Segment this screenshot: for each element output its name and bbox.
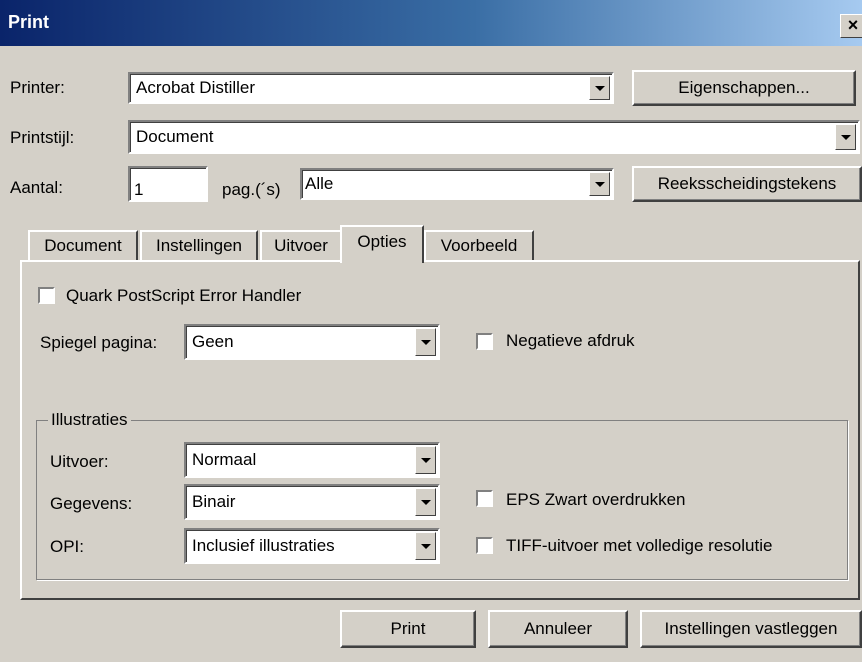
printer-value: Acrobat Distiller (136, 78, 256, 97)
copies-label: Aantal: (10, 178, 63, 197)
output-label: Uitvoer: (50, 452, 109, 471)
tab-options[interactable]: Opties (340, 225, 424, 263)
data-label: Gegevens: (50, 494, 133, 513)
mirror-label: Spiegel pagina: (40, 333, 158, 352)
close-icon: × (847, 15, 859, 35)
printstyle-select[interactable]: Document (128, 120, 860, 154)
pages-dropdown-button[interactable] (589, 172, 610, 196)
quark-handler-label: Quark PostScript Error Handler (66, 286, 302, 305)
printstyle-label: Printstijl: (10, 128, 75, 147)
separators-button[interactable]: Reeksscheidingstekens (632, 166, 862, 202)
copies-value: 1 (134, 180, 144, 199)
negative-label: Negatieve afdruk (506, 331, 635, 350)
data-select[interactable]: Binair (184, 484, 440, 520)
data-dropdown-button[interactable] (415, 488, 436, 516)
printstyle-dropdown-button[interactable] (835, 124, 856, 150)
printstyle-value: Document (136, 127, 214, 146)
chevron-down-icon (420, 499, 431, 505)
chevron-down-icon (840, 134, 851, 140)
mirror-dropdown-button[interactable] (415, 328, 436, 356)
window-title: Print (8, 12, 50, 32)
output-select[interactable]: Normaal (184, 442, 440, 478)
tiff-full-checkbox[interactable] (476, 537, 493, 554)
opi-value: Inclusief illustraties (192, 536, 335, 555)
opi-dropdown-button[interactable] (415, 532, 436, 560)
printer-select[interactable]: Acrobat Distiller (128, 72, 614, 104)
tab-preview[interactable]: Voorbeeld (424, 230, 534, 260)
close-button[interactable]: × (840, 14, 862, 38)
tab-label: Opties (357, 232, 407, 251)
negative-checkbox[interactable] (476, 333, 493, 350)
mirror-value: Geen (192, 332, 234, 351)
illustrations-group (36, 420, 848, 580)
title-bar[interactable] (0, 0, 862, 46)
tab-label: Instellingen (155, 236, 242, 255)
eps-overprint-checkbox[interactable] (476, 490, 493, 507)
printer-dropdown-button[interactable] (589, 76, 610, 100)
data-value: Binair (192, 492, 236, 511)
opi-label: OPI: (50, 537, 85, 556)
tab-document[interactable]: Document (28, 230, 138, 260)
tiff-full-label: TIFF-uitvoer met volledige resolutie (506, 536, 773, 555)
tab-output[interactable]: Uitvoer (260, 230, 342, 260)
illustrations-legend: Illustraties (48, 410, 131, 430)
tab-settings[interactable]: Instellingen (140, 230, 258, 260)
properties-button[interactable]: Eigenschappen... (632, 70, 856, 106)
capture-settings-button[interactable]: Instellingen vastleggen (640, 610, 862, 648)
chevron-down-icon (594, 181, 605, 187)
output-value: Normaal (192, 450, 257, 469)
chevron-down-icon (420, 543, 431, 549)
opi-select[interactable]: Inclusief illustraties (184, 528, 440, 564)
output-dropdown-button[interactable] (415, 446, 436, 474)
quark-handler-checkbox[interactable] (38, 287, 55, 304)
print-button[interactable]: Print (340, 610, 476, 648)
pages-value: Alle (305, 174, 334, 193)
chevron-down-icon (594, 85, 605, 91)
pages-label: pag.(´s) (222, 180, 281, 199)
eps-overprint-label: EPS Zwart overdrukken (506, 490, 686, 509)
mirror-select[interactable]: Geen (184, 324, 440, 360)
cancel-button[interactable]: Annuleer (488, 610, 628, 648)
tab-label: Document (44, 236, 122, 255)
copies-input[interactable]: 1 (128, 166, 208, 202)
printer-label: Printer: (10, 78, 65, 97)
tab-label: Uitvoer (274, 236, 328, 255)
pages-select[interactable]: Alle (300, 168, 614, 200)
tab-label: Voorbeeld (440, 236, 518, 255)
chevron-down-icon (420, 457, 431, 463)
chevron-down-icon (420, 339, 431, 345)
